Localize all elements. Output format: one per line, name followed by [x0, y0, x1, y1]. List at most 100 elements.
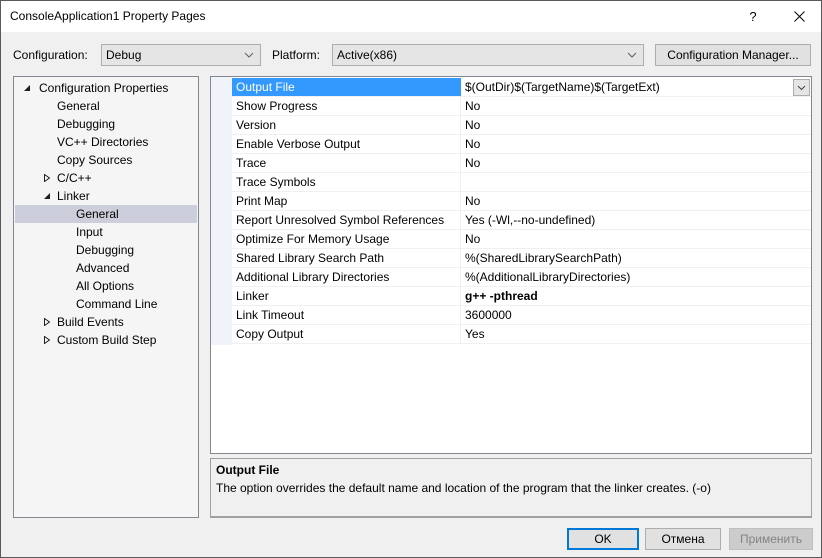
property-row[interactable]: Copy Output Yes	[232, 325, 811, 344]
help-button[interactable]: ?	[733, 1, 773, 32]
property-row[interactable]: Report Unresolved Symbol References Yes (…	[232, 211, 811, 230]
property-pages-dialog: ConsoleApplication1 Property Pages ? Con…	[0, 0, 822, 558]
tree-item-label: Build Events	[57, 315, 124, 329]
tree-item-label: All Options	[76, 279, 135, 293]
tree-item-label: Debugging	[76, 243, 135, 257]
tree-item[interactable]: All Options	[15, 277, 197, 295]
tree-item[interactable]: Copy Sources	[15, 151, 197, 169]
value-dropdown-button[interactable]	[793, 79, 810, 96]
property-value[interactable]: %(SharedLibrarySearchPath)	[461, 249, 811, 267]
property-row[interactable]: Show Progress No	[232, 97, 811, 116]
tree-item-label: Advanced	[76, 261, 130, 275]
collapsed-triangle-icon[interactable]	[43, 174, 51, 182]
collapsed-triangle-icon[interactable]	[43, 318, 51, 326]
property-row[interactable]: Trace Symbols	[232, 173, 811, 192]
tree-item[interactable]: Build Events	[15, 313, 197, 331]
configuration-select[interactable]: Debug	[101, 44, 261, 66]
tree-item-label: Copy Sources	[57, 153, 133, 167]
tree-item-label: General	[57, 99, 100, 113]
close-button[interactable]	[779, 1, 819, 32]
tree-item[interactable]: General	[15, 205, 197, 223]
property-value[interactable]: No	[461, 230, 811, 248]
tree-item-label: General	[76, 207, 119, 221]
tree-item-label: Debugging	[57, 117, 116, 131]
property-name: Version	[232, 116, 461, 134]
grid-gutter	[211, 77, 232, 345]
property-name: Print Map	[232, 192, 461, 210]
property-value[interactable]	[461, 173, 811, 191]
property-value[interactable]: No	[461, 116, 811, 134]
apply-button[interactable]: Применить	[729, 528, 813, 550]
platform-value: Active(x86)	[337, 48, 398, 62]
close-icon	[793, 11, 805, 22]
property-value[interactable]: 3600000	[461, 306, 811, 324]
tree-item[interactable]: General	[15, 97, 197, 115]
tree-item-label: Command Line	[76, 297, 158, 311]
property-value[interactable]: Yes	[461, 325, 811, 343]
tree-item[interactable]: Debugging	[15, 115, 197, 133]
property-name: Copy Output	[232, 325, 461, 343]
property-row[interactable]: Print Map No	[232, 192, 811, 211]
property-value[interactable]: g++ -pthread	[461, 287, 811, 305]
tree-item-label: C/C++	[57, 171, 92, 185]
tree-item[interactable]: Command Line	[15, 295, 197, 313]
tree-item-label: Custom Build Step	[57, 333, 157, 347]
tree-item-label: Configuration Properties	[39, 81, 169, 95]
description-panel: Output File The option overrides the def…	[210, 458, 812, 518]
property-grid: Output File $(OutDir)$(TargetName)$(Targe…	[210, 76, 812, 454]
property-row[interactable]: Output File $(OutDir)$(TargetName)$(Targe…	[232, 78, 811, 97]
property-value[interactable]: %(AdditionalLibraryDirectories)	[461, 268, 811, 286]
description-title: Output File	[216, 463, 280, 477]
tree-item[interactable]: C/C++	[15, 169, 197, 187]
property-row[interactable]: Shared Library Search Path %(SharedLibrar…	[232, 249, 811, 268]
window-title: ConsoleApplication1 Property Pages	[10, 9, 206, 23]
property-row[interactable]: Linker g++ -pthread	[232, 287, 811, 306]
property-row[interactable]: Additional Library Directories %(Addition…	[232, 268, 811, 287]
property-name: Linker	[232, 287, 461, 305]
tree-item[interactable]: VC++ Directories	[15, 133, 197, 151]
property-value[interactable]: No	[461, 135, 811, 153]
property-name: Shared Library Search Path	[232, 249, 461, 267]
property-name: Enable Verbose Output	[232, 135, 461, 153]
tree-item[interactable]: Advanced	[15, 259, 197, 277]
property-value[interactable]: No	[461, 97, 811, 115]
expanded-triangle-icon[interactable]	[23, 84, 31, 92]
property-name: Optimize For Memory Usage	[232, 230, 461, 248]
property-value[interactable]: No	[461, 154, 811, 172]
property-row[interactable]: Version No	[232, 116, 811, 135]
property-name: Output File	[232, 78, 461, 96]
property-name: Link Timeout	[232, 306, 461, 324]
collapsed-triangle-icon[interactable]	[43, 336, 51, 344]
tree-item[interactable]: Debugging	[15, 241, 197, 259]
property-name: Show Progress	[232, 97, 461, 115]
property-row[interactable]: Trace No	[232, 154, 811, 173]
expanded-triangle-icon[interactable]	[43, 192, 51, 200]
tree-item[interactable]: Custom Build Step	[15, 331, 197, 349]
property-value[interactable]: $(OutDir)$(TargetName)$(TargetExt)	[461, 78, 811, 96]
tree-item-label: Input	[76, 225, 103, 239]
property-value[interactable]: Yes (-Wl,--no-undefined)	[461, 211, 811, 229]
configuration-manager-button[interactable]: Configuration Manager...	[655, 44, 811, 66]
tree-item-label: VC++ Directories	[57, 135, 149, 149]
property-value[interactable]: No	[461, 192, 811, 210]
property-name: Trace	[232, 154, 461, 172]
configuration-value: Debug	[106, 48, 142, 62]
property-name: Report Unresolved Symbol References	[232, 211, 461, 229]
ok-button[interactable]: OK	[567, 528, 639, 550]
property-row[interactable]: Link Timeout 3600000	[232, 306, 811, 325]
tree-item[interactable]: Input	[15, 223, 197, 241]
tree-item-label: Linker	[57, 189, 90, 203]
chevron-down-icon	[627, 52, 637, 58]
configuration-label: Configuration:	[13, 48, 88, 62]
platform-select[interactable]: Active(x86)	[332, 44, 644, 66]
chevron-down-icon	[244, 52, 254, 58]
cancel-button[interactable]: Отмена	[645, 528, 721, 550]
description-text: The option overrides the default name an…	[216, 481, 711, 495]
property-row[interactable]: Enable Verbose Output No	[232, 135, 811, 154]
property-row[interactable]: Optimize For Memory Usage No	[232, 230, 811, 249]
property-tree: Configuration Properties General Debugging…	[13, 76, 199, 518]
title-bar: ConsoleApplication1 Property Pages ?	[1, 1, 821, 32]
tree-item[interactable]: Configuration Properties	[15, 79, 197, 97]
property-name: Additional Library Directories	[232, 268, 461, 286]
tree-item[interactable]: Linker	[15, 187, 197, 205]
